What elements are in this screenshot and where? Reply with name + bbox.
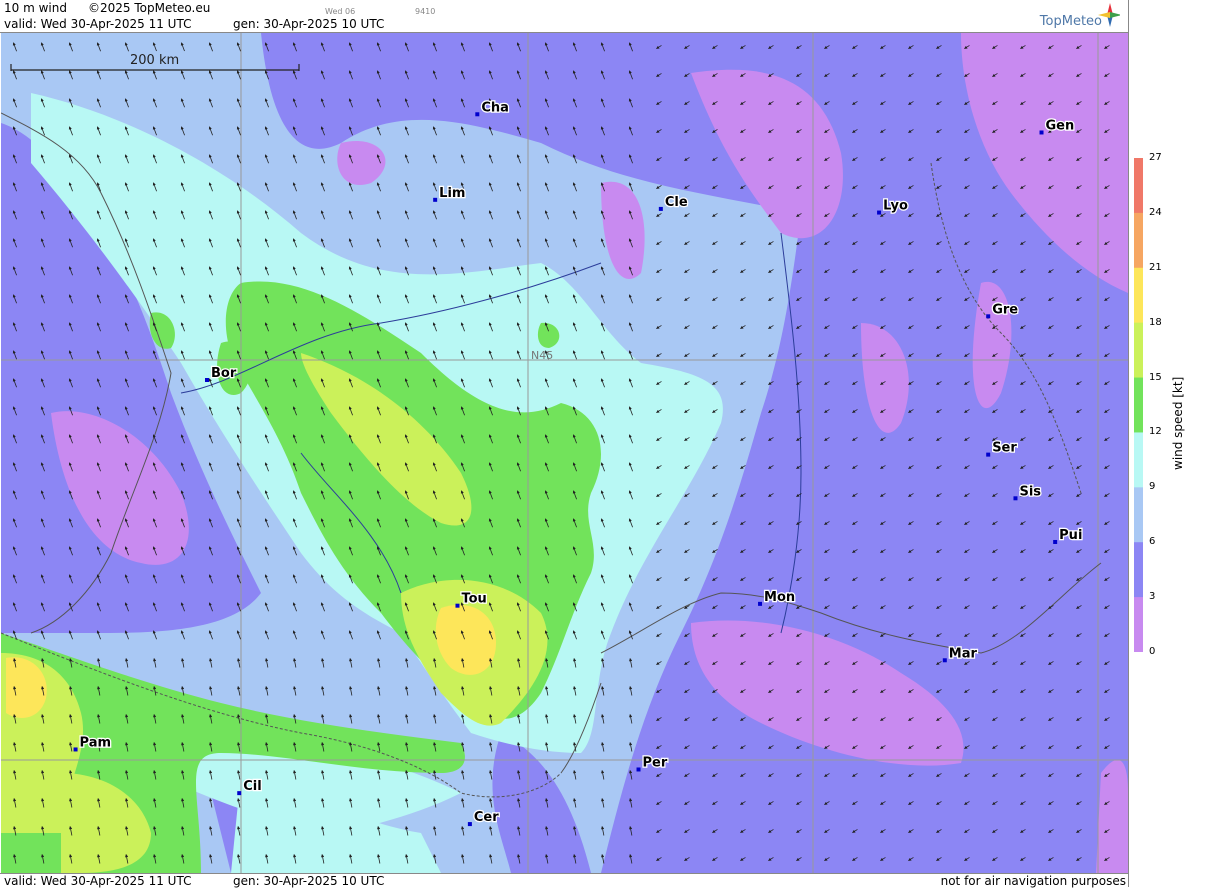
footer-bar: valid: Wed 30-Apr-2025 11 UTC gen: 30-Ap… (0, 873, 1128, 888)
city-mar[interactable]: Mar (942, 645, 979, 663)
legend-swatch (1134, 597, 1143, 652)
legend-tick: 24 (1149, 206, 1162, 218)
footer-valid-time: valid: Wed 30-Apr-2025 11 UTC (4, 874, 192, 888)
legend-tick: 0 (1149, 646, 1156, 657)
legend-tick: 12 (1149, 426, 1162, 438)
city-marker (1053, 539, 1058, 544)
city-label: Gen (1046, 118, 1075, 133)
wind-field: 200 km N45 ChaBerGenLimCleLyoAosGreBorSe… (1, 33, 1128, 873)
legend-swatch (1134, 267, 1143, 324)
city-label: Lyo (883, 199, 908, 214)
legend-title: wind speed [kt] (1171, 376, 1185, 470)
city-label: Pam (80, 735, 112, 750)
legend-swatch (1134, 377, 1143, 433)
legend-tick: 27 (1149, 152, 1162, 163)
city-label: Mon (764, 590, 795, 605)
copyright-text: ©2025 TopMeteo.eu (88, 1, 211, 15)
legend-tick: 9 (1149, 481, 1156, 493)
legend-tick: 6 (1149, 536, 1156, 548)
city-mon[interactable]: Mon (758, 589, 796, 606)
city-marker (467, 822, 472, 827)
legend-color-bar (1134, 158, 1143, 652)
color-legend: 27 24 21 18 15 12 9 6 3 0 wind speed [kt] (1128, 0, 1219, 887)
city-marker (942, 658, 947, 663)
city-marker (237, 791, 242, 796)
legend-swatch (1134, 487, 1143, 543)
city-marker (205, 378, 209, 382)
disclaimer-text: not for air navigation purposes (940, 874, 1126, 888)
legend-tick: 18 (1149, 316, 1162, 328)
legend-swatch (1134, 432, 1143, 488)
legend-tick: 15 (1149, 371, 1162, 383)
city-label: Cha (481, 100, 509, 115)
city-label: Tou (461, 592, 486, 607)
run-code: 9410 (415, 7, 436, 16)
generated-time: gen: 30-Apr-2025 10 UTC (233, 17, 385, 31)
legend-swatch (1134, 542, 1143, 598)
city-marker (877, 210, 882, 215)
city-label: Gre (992, 302, 1018, 317)
city-label: Sis (1019, 484, 1041, 499)
city-label: Cil (243, 779, 261, 794)
wind-map[interactable]: 200 km N45 ChaBerGenLimCleLyoAosGreBorSe… (1, 33, 1128, 873)
city-marker (636, 767, 641, 772)
city-pam[interactable]: Pam (73, 734, 112, 752)
city-marker (986, 452, 991, 457)
city-marker (758, 601, 763, 606)
city-marker (433, 197, 438, 202)
city-marker (475, 112, 480, 117)
header-bar: 10 m wind ©2025 TopMeteo.eu valid: Wed 3… (0, 0, 1128, 33)
map-title: 10 m wind (4, 1, 67, 15)
legend-tick: 3 (1149, 591, 1156, 603)
scale-label: 200 km (130, 53, 179, 68)
city-label: Pui (1059, 528, 1082, 543)
legend-swatch (1134, 158, 1143, 214)
city-label: Mar (949, 646, 978, 661)
legend-swatch (1134, 212, 1143, 269)
legend-tick: 21 (1149, 261, 1162, 273)
footer-generated-time: gen: 30-Apr-2025 10 UTC (233, 874, 385, 888)
legend-swatch (1134, 322, 1143, 379)
city-label: Ser (992, 441, 1017, 456)
city-label: Cle (665, 195, 688, 210)
latitude-label: N45 (531, 349, 553, 362)
city-marker (73, 747, 78, 752)
logo-text: TopMeteo (1039, 14, 1102, 29)
topmeteo-logo: TopMeteo (1010, 2, 1120, 30)
city-label: Per (643, 755, 668, 770)
valid-time: valid: Wed 30-Apr-2025 11 UTC (4, 17, 192, 31)
city-gen[interactable]: Gen (1039, 117, 1076, 135)
city-cha[interactable]: Cha (475, 99, 510, 117)
city-marker (1013, 496, 1018, 501)
city-marker (455, 603, 460, 608)
city-label: Lim (439, 186, 465, 201)
city-label: Cer (474, 810, 499, 825)
city-marker (986, 314, 991, 319)
day-code: Wed 06 (325, 7, 356, 16)
city-label: Bor (211, 366, 237, 381)
city-marker (1039, 130, 1044, 135)
city-marker (658, 206, 663, 211)
